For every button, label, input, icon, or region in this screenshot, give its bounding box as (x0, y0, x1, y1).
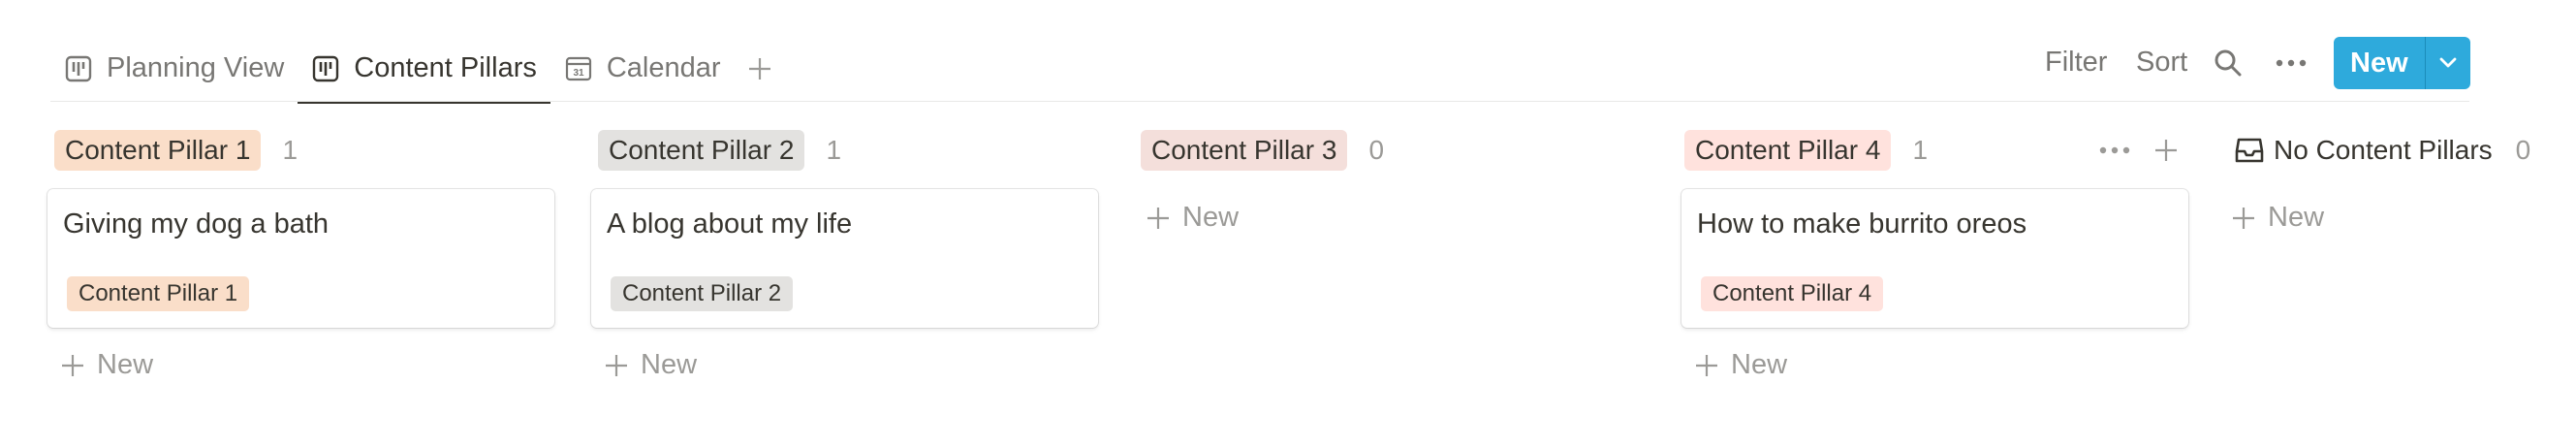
column-title[interactable]: Content Pillar 4 (1684, 130, 1892, 171)
column-title[interactable]: Content Pillar 1 (54, 130, 262, 171)
column-header: Content Pillar 1 1 (54, 126, 558, 175)
add-view-button[interactable] (735, 35, 785, 102)
board-column-content-pillar-3: Content Pillar 3 0 (1141, 126, 1645, 175)
tab-planning-view[interactable]: Planning View (50, 35, 298, 102)
plus-icon (606, 354, 627, 376)
tab-label: Calendar (606, 52, 721, 83)
column-add-button[interactable] (2153, 138, 2179, 163)
card-tag: Content Pillar 1 (67, 276, 250, 311)
new-button[interactable]: New (2334, 37, 2425, 89)
plus-icon (2233, 207, 2254, 229)
ellipsis-icon (2099, 146, 2130, 154)
plus-icon (62, 354, 83, 376)
more-options-button[interactable] (2272, 47, 2310, 80)
board-column-no-content-pillars: No Content Pillars 0 (2235, 126, 2574, 175)
add-new-label: New (641, 349, 698, 380)
board-card[interactable]: How to make burrito oreos Content Pillar… (1681, 189, 2188, 328)
new-button-group: New (2334, 37, 2470, 89)
tab-content-pillars[interactable]: Content Pillars (298, 35, 550, 104)
add-new-card-button[interactable]: New (60, 349, 153, 381)
board-column-content-pillar-1: Content Pillar 1 1 (54, 126, 558, 175)
add-new-label: New (2268, 202, 2325, 233)
column-header: Content Pillar 3 0 (1141, 126, 1645, 175)
search-button[interactable] (2212, 47, 2245, 80)
card-tag: Content Pillar 4 (1701, 276, 1884, 311)
column-more-button[interactable] (2099, 145, 2130, 155)
board-card[interactable]: A blog about my life Content Pillar 2 (591, 189, 1098, 328)
view-tabs: Planning View Content Pillars 31 Calenda… (50, 35, 785, 104)
column-tools (2099, 126, 2179, 175)
filter-button[interactable]: Filter (2045, 47, 2107, 79)
svg-text:31: 31 (573, 68, 584, 79)
add-new-label: New (1731, 349, 1788, 380)
column-count: 1 (826, 135, 842, 165)
tab-label: Planning View (107, 52, 285, 83)
search-icon (2215, 49, 2242, 77)
column-count: 1 (282, 135, 298, 165)
new-dropdown-button[interactable] (2425, 37, 2470, 89)
column-title[interactable]: No Content Pillars (2274, 135, 2493, 166)
ellipsis-icon (2276, 59, 2307, 67)
add-new-card-button[interactable]: New (1146, 202, 1239, 234)
add-new-card-button[interactable]: New (2231, 202, 2324, 234)
board-card[interactable]: Giving my dog a bath Content Pillar 1 (47, 189, 554, 328)
column-count: 0 (1368, 135, 1385, 165)
plus-icon (2155, 140, 2177, 161)
add-new-card-button[interactable]: New (1694, 349, 1787, 381)
add-new-card-button[interactable]: New (604, 349, 697, 381)
add-new-label: New (97, 349, 154, 380)
card-title: A blog about my life (607, 208, 853, 240)
column-title[interactable]: Content Pillar 3 (1141, 130, 1348, 171)
view-toolbar: Planning View Content Pillars 31 Calenda… (0, 0, 2576, 104)
column-header: Content Pillar 2 1 (598, 126, 1102, 175)
chevron-down-icon (2439, 57, 2457, 68)
column-header: No Content Pillars 0 (2235, 126, 2574, 175)
card-title: Giving my dog a bath (63, 208, 330, 240)
plus-icon (748, 57, 770, 80)
column-count: 0 (2515, 135, 2531, 165)
board-column-content-pillar-4: Content Pillar 4 1 (1684, 126, 2179, 175)
card-tag: Content Pillar 2 (611, 276, 794, 311)
inbox-icon (2235, 137, 2264, 164)
calendar-icon: 31 (564, 54, 593, 83)
card-title: How to make burrito oreos (1697, 208, 2027, 240)
sort-button[interactable]: Sort (2136, 47, 2187, 79)
toolbar-divider (50, 101, 2469, 102)
column-count: 1 (1912, 135, 1929, 165)
column-title[interactable]: Content Pillar 2 (598, 130, 805, 171)
plus-icon (1696, 354, 1717, 376)
board-column-content-pillar-2: Content Pillar 2 1 (598, 126, 1102, 175)
add-new-label: New (1182, 202, 1240, 233)
board-icon (311, 54, 340, 83)
board-icon (64, 54, 93, 83)
tab-label: Content Pillars (354, 52, 537, 83)
plus-icon (1147, 207, 1169, 229)
tab-calendar[interactable]: 31 Calendar (550, 35, 735, 102)
